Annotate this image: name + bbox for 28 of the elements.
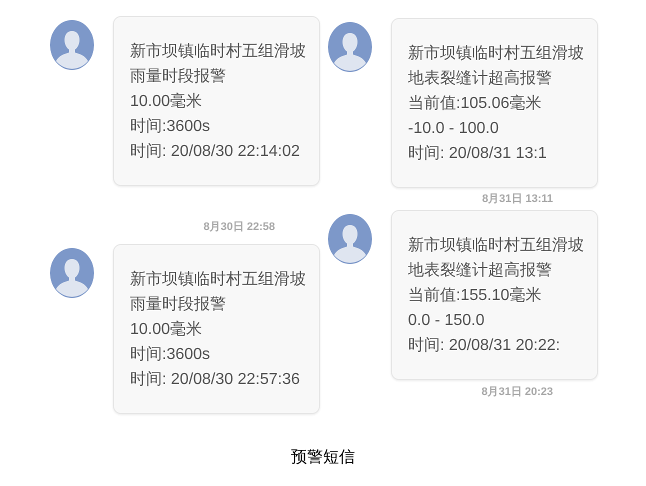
message-line: 时间: 20/08/30 22:14:02 — [130, 142, 301, 162]
message-line: 0.0 - 150.0 — [408, 311, 486, 331]
message-timestamp: 8月31日 13:11 — [482, 193, 553, 206]
message-timestamp: 8月30日 22:58 — [203, 221, 275, 234]
message-line: 地表裂缝计超高报警 — [408, 68, 553, 89]
message-line: 新市坝镇临时村五组滑坡 — [408, 236, 585, 256]
message-line: 当前值:105.06毫米 — [408, 94, 542, 114]
message-line: 雨量时段报警 — [130, 294, 227, 315]
avatar-icon — [50, 20, 94, 70]
message-line: 地表裂缝计超高报警 — [408, 260, 553, 281]
message-line: -10.0 - 100.0 — [408, 119, 500, 139]
message-line: 时间: 20/08/30 22:57:36 — [130, 370, 301, 390]
avatar-icon — [328, 22, 372, 72]
caption: 预警短信 — [291, 448, 355, 468]
avatar-icon — [50, 248, 94, 298]
message-line: 10.00毫米 — [130, 320, 204, 340]
message-line: 时间: 20/08/31 20:22: — [408, 336, 562, 356]
message-line: 时间: 20/08/31 13:1 — [408, 144, 548, 164]
message-line: 时间:3600s — [130, 116, 212, 137]
message-line: 新市坝镇临时村五组滑坡 — [408, 44, 585, 64]
message-timestamp: 8月31日 20:23 — [481, 386, 553, 399]
avatar-icon — [328, 214, 372, 264]
message-line: 新市坝镇临时村五组滑坡 — [130, 42, 307, 62]
message-line: 时间:3600s — [130, 344, 212, 365]
message-line: 新市坝镇临时村五组滑坡 — [130, 270, 307, 290]
message-line: 雨量时段报警 — [130, 66, 227, 87]
message-line: 10.00毫米 — [130, 92, 204, 112]
message-line: 当前值:155.10毫米 — [408, 286, 542, 306]
